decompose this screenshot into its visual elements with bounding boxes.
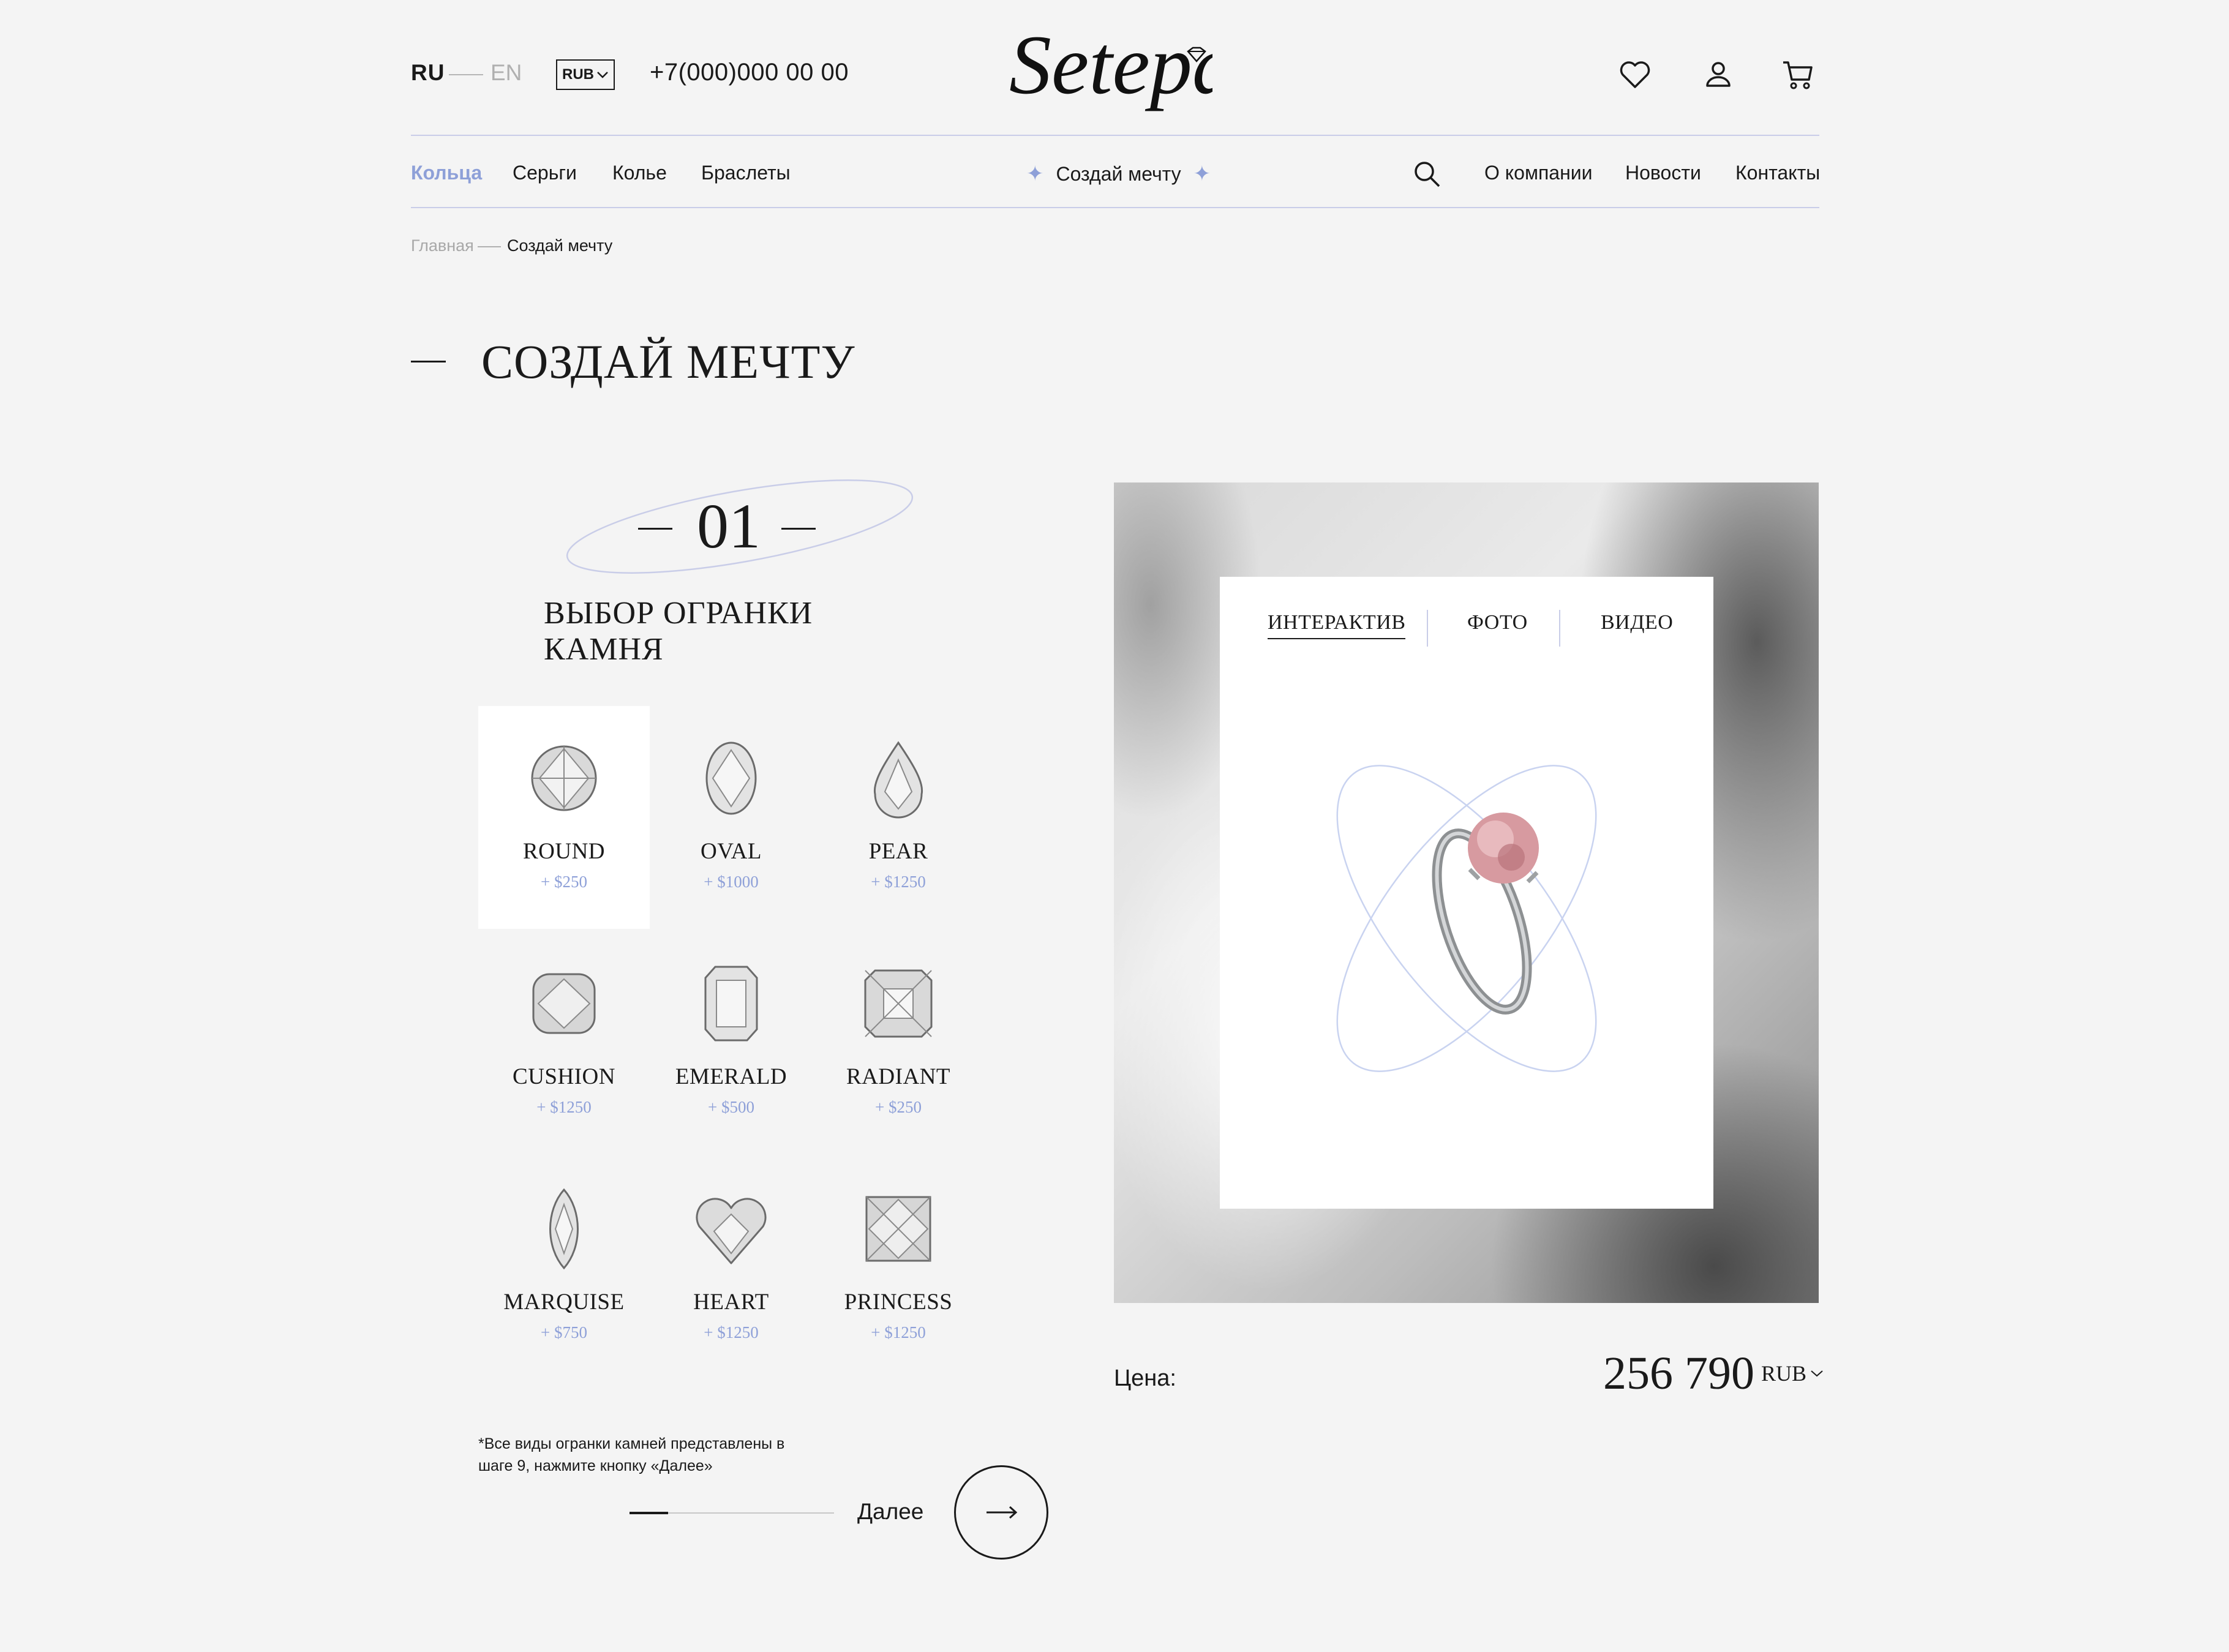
nav-news[interactable]: Новости bbox=[1625, 162, 1701, 184]
nav-earrings[interactable]: Серьги bbox=[513, 162, 577, 184]
cut-name: CUSHION bbox=[513, 1064, 615, 1089]
cut-option-heart[interactable]: HEART + $1250 bbox=[645, 1157, 817, 1380]
tab-divider bbox=[1559, 610, 1560, 647]
tab-video[interactable]: ВИДЕО bbox=[1601, 611, 1673, 634]
cut-price: + $250 bbox=[541, 873, 587, 891]
user-icon[interactable] bbox=[1700, 56, 1737, 93]
step-dash-left bbox=[638, 528, 672, 530]
price-currency-select[interactable]: RUB bbox=[1761, 1361, 1824, 1386]
cut-name: EMERALD bbox=[675, 1064, 787, 1089]
logo-text: Setepai bbox=[1009, 21, 1212, 111]
cut-price: + $750 bbox=[541, 1323, 587, 1342]
currency-label: RUB bbox=[562, 66, 594, 83]
cut-name: PEAR bbox=[868, 839, 928, 864]
lang-divider bbox=[449, 74, 483, 75]
chevron-down-icon bbox=[597, 72, 608, 78]
sparkle-icon: ✦ bbox=[1026, 162, 1044, 186]
price-label: Цена: bbox=[1114, 1365, 1176, 1391]
lang-en[interactable]: EN bbox=[491, 60, 522, 86]
cut-option-princess[interactable]: PRINCESS + $1250 bbox=[813, 1157, 984, 1380]
search-icon[interactable] bbox=[1412, 159, 1442, 189]
next-label[interactable]: Далее bbox=[857, 1499, 923, 1525]
cut-option-cushion[interactable]: CUSHION + $1250 bbox=[478, 931, 650, 1154]
sparkle-icon: ✦ bbox=[1193, 162, 1211, 186]
cut-price: + $1000 bbox=[704, 873, 759, 891]
step-dash-right bbox=[781, 528, 816, 530]
cut-option-marquise[interactable]: MARQUISE + $750 bbox=[478, 1157, 650, 1380]
cut-price: + $1250 bbox=[871, 873, 926, 891]
cut-option-emerald[interactable]: EMERALD + $500 bbox=[645, 931, 817, 1154]
pear-gem-icon bbox=[873, 741, 923, 819]
nav-necklaces[interactable]: Колье bbox=[612, 162, 667, 184]
nav-divider bbox=[411, 207, 1819, 208]
cut-option-pear[interactable]: PEAR + $1250 bbox=[813, 706, 984, 929]
cut-name: PRINCESS bbox=[844, 1290, 953, 1315]
radiant-gem-icon bbox=[864, 969, 933, 1038]
tab-divider bbox=[1427, 610, 1428, 647]
arrow-right-icon bbox=[987, 1506, 1018, 1519]
cut-option-radiant[interactable]: RADIANT + $250 bbox=[813, 931, 984, 1154]
cut-price: + $1250 bbox=[536, 1098, 592, 1116]
cut-price: + $250 bbox=[875, 1098, 922, 1116]
cut-price: + $500 bbox=[708, 1098, 754, 1116]
breadcrumb-current: Создай мечту bbox=[507, 236, 613, 255]
price-value: 256 790 bbox=[1603, 1348, 1754, 1399]
next-button[interactable] bbox=[954, 1465, 1048, 1560]
cart-icon[interactable] bbox=[1780, 56, 1816, 93]
orbit-ellipse bbox=[1336, 765, 1597, 1072]
price-currency-label: RUB bbox=[1761, 1361, 1807, 1386]
oval-gem-icon bbox=[705, 742, 757, 815]
cut-option-oval[interactable]: OVAL + $1000 bbox=[645, 706, 817, 929]
header-divider bbox=[411, 135, 1819, 136]
cut-option-round[interactable]: ROUND + $250 bbox=[478, 706, 650, 929]
nav-rings[interactable]: Кольца bbox=[411, 162, 482, 184]
nav-contacts[interactable]: Контакты bbox=[1735, 162, 1820, 184]
lang-ru[interactable]: RU bbox=[411, 60, 445, 86]
ring-3d-viewer[interactable] bbox=[1268, 741, 1666, 1084]
breadcrumb-home[interactable]: Главная bbox=[411, 236, 474, 255]
tab-photo[interactable]: ФОТО bbox=[1467, 611, 1528, 634]
tab-interactive[interactable]: ИНТЕРАКТИВ bbox=[1268, 611, 1406, 639]
cut-price: + $1250 bbox=[871, 1323, 926, 1342]
marquise-gem-icon bbox=[549, 1188, 579, 1270]
title-dash bbox=[411, 361, 446, 362]
page-title: СОЗДАЙ МЕЧТУ bbox=[481, 335, 855, 388]
nav-create-dream[interactable]: ✦ Создай мечту ✦ bbox=[1026, 162, 1211, 186]
cut-name: MARQUISE bbox=[503, 1290, 625, 1315]
step-progress-fill bbox=[630, 1512, 668, 1514]
cut-name: OVAL bbox=[701, 839, 762, 864]
step-number: 01 bbox=[697, 491, 761, 561]
nav-about[interactable]: О компании bbox=[1484, 162, 1592, 184]
nav-bracelets[interactable]: Браслеты bbox=[701, 162, 791, 184]
chevron-down-icon bbox=[1811, 1370, 1823, 1377]
brand-logo[interactable]: Setepai bbox=[1004, 21, 1212, 125]
heart-icon[interactable] bbox=[1617, 56, 1653, 93]
cut-name: RADIANT bbox=[846, 1064, 950, 1089]
nav-create-dream-label: Создай мечту bbox=[1056, 162, 1181, 185]
cuts-note: *Все виды огранки камней представлены в … bbox=[478, 1435, 785, 1474]
cut-price: + $1250 bbox=[704, 1323, 759, 1342]
round-gem-icon bbox=[531, 745, 597, 811]
ring-image bbox=[1432, 813, 1539, 1015]
heart-gem-icon bbox=[696, 1198, 767, 1264]
phone-number[interactable]: +7(000)000 00 00 bbox=[650, 59, 849, 86]
currency-select[interactable]: RUB bbox=[556, 59, 615, 90]
breadcrumb-separator bbox=[478, 246, 501, 247]
cushion-gem-icon bbox=[532, 973, 596, 1034]
emerald-gem-icon bbox=[704, 966, 758, 1042]
step-title: ВЫБОР ОГРАНКИ КАМНЯ bbox=[544, 596, 813, 667]
princess-gem-icon bbox=[865, 1196, 931, 1262]
cut-name: ROUND bbox=[522, 839, 606, 864]
cut-name: HEART bbox=[693, 1290, 769, 1315]
